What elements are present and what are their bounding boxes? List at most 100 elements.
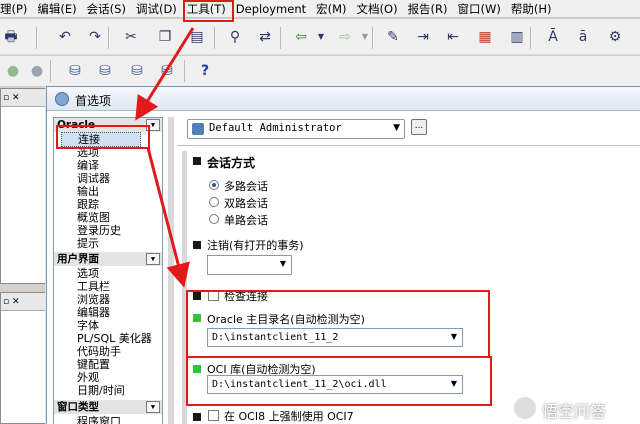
radio-dual-session[interactable] <box>209 197 219 207</box>
toolbar-separator <box>372 27 373 49</box>
database-sql-icon[interactable]: ⛁ <box>158 62 176 80</box>
menu-help[interactable]: 帮助(H) <box>507 1 558 17</box>
preferences-icon <box>55 92 69 106</box>
highlight-oracle-home <box>186 290 490 358</box>
paste-icon[interactable]: ▤ <box>188 28 206 46</box>
toolbar-separator <box>214 27 215 49</box>
group-window-types[interactable]: 窗口类型 ▼ <box>54 400 162 414</box>
chevron-down-icon: ▼ <box>393 123 400 133</box>
database-connect-icon[interactable]: ⛁ <box>128 62 146 80</box>
collapse-icon[interactable]: ▼ <box>146 253 160 265</box>
print-icon[interactable]: 🖶 <box>2 28 20 46</box>
replace-icon[interactable]: ⇄ <box>256 28 274 46</box>
uncomment-icon[interactable]: ▥ <box>508 28 526 46</box>
highlight-connection-item <box>56 125 150 149</box>
tree-item-editor[interactable]: 编辑器 <box>77 306 110 319</box>
undo-icon[interactable]: ↶ <box>56 28 74 46</box>
tree-item-compiler[interactable]: 编译 <box>77 159 99 172</box>
tree-item-logon-history[interactable]: 登录历史 <box>77 224 121 237</box>
watermark-logo-icon <box>512 395 538 421</box>
radio-multi-session-label[interactable]: 多路会话 <box>224 178 268 194</box>
pane-header: ▫ ✕ <box>1 293 49 311</box>
format-icon[interactable]: ⚙ <box>606 28 624 46</box>
section-marker <box>193 241 201 249</box>
document-edit-icon[interactable]: ✎ <box>384 28 402 46</box>
redo-icon[interactable]: ↷ <box>86 28 104 46</box>
force-oci7-label[interactable]: 在 OCI8 上强制使用 OCI7 <box>224 408 354 424</box>
secondary-toolbar: ● ● ⛁ ⛁ ⛁ ⛁ ? <box>0 56 640 86</box>
menu-program[interactable]: 理(P) <box>0 1 33 17</box>
collapse-icon[interactable]: ▼ <box>146 401 160 413</box>
menu-session[interactable]: 会话(S) <box>83 1 132 17</box>
tree-item-code-assistant[interactable]: 代码助手 <box>77 345 121 358</box>
tree-item-fonts[interactable]: 字体 <box>77 319 99 332</box>
dialog-titlebar: 首选项 <box>47 87 640 111</box>
menu-document[interactable]: 文档(O) <box>353 1 404 17</box>
group-label: 用户界面 <box>57 253 99 265</box>
highlight-tools-menu <box>183 0 234 22</box>
dialog-title: 首选项 <box>75 94 112 108</box>
lowercase-icon[interactable]: ā <box>574 28 592 46</box>
pane-header: ▫ ✕ <box>1 89 49 107</box>
menu-deployment[interactable]: Deployment <box>232 2 312 16</box>
window-list-pane: ▫ ✕ <box>0 292 50 424</box>
tree-item-hints[interactable]: 提示 <box>77 237 99 250</box>
disabled-execute-icon: ● <box>6 63 20 79</box>
tree-item-program-window[interactable]: 程序窗口 <box>77 415 121 424</box>
menu-bar: 理(P) 编辑(E) 会话(S) 调试(D) 工具(T) Deployment … <box>0 0 640 18</box>
uppercase-icon[interactable]: Ā <box>544 28 562 46</box>
main-toolbar: 🖶 ↶ ↷ ✂ ❐ ▤ ⚲ ⇄ ⇦ ▼ ⇨ ▼ ✎ ⇥ ⇤ ▦ ▥ Ā ā ⚙ <box>0 19 640 55</box>
force-oci7-checkbox[interactable] <box>208 410 219 421</box>
commit-icon[interactable]: ⛁ <box>66 62 84 80</box>
menu-edit[interactable]: 编辑(E) <box>33 1 82 17</box>
tree-item-output[interactable]: 输出 <box>77 185 99 198</box>
menu-window[interactable]: 窗口(W) <box>454 1 507 17</box>
logoff-select[interactable]: ▼ <box>207 255 292 275</box>
menu-debug[interactable]: 调试(D) <box>132 1 183 17</box>
comment-icon[interactable]: ▦ <box>476 28 494 46</box>
radio-multi-session[interactable] <box>209 180 219 190</box>
radio-dual-session-label[interactable]: 双路会话 <box>224 195 268 211</box>
help-icon[interactable]: ? <box>196 62 214 80</box>
watermark-text: 悟空问答 <box>542 402 607 421</box>
toolbar-separator <box>108 27 109 49</box>
user-profile-icon <box>192 123 204 135</box>
navigate-forward-icon[interactable]: ⇨ <box>336 28 354 46</box>
toolbar-separator <box>530 27 531 49</box>
section-marker <box>193 157 201 165</box>
tree-item-ui-options[interactable]: 选项 <box>77 267 99 280</box>
tree-item-profiler[interactable]: 概览图 <box>77 211 110 224</box>
copy-icon[interactable]: ❐ <box>156 28 174 46</box>
object-browser-pane: ▫ ✕ <box>0 88 50 284</box>
tree-item-date-time[interactable]: 日期/时间 <box>77 384 125 397</box>
menu-macro[interactable]: 宏(M) <box>312 1 352 17</box>
pane-splitter[interactable] <box>168 117 174 424</box>
cut-icon[interactable]: ✂ <box>122 28 140 46</box>
group-label: 窗口类型 <box>57 401 99 413</box>
logoff-label: 注销(有打开的事务) <box>207 239 304 252</box>
tree-item-browser[interactable]: 浏览器 <box>77 293 110 306</box>
toolbar-separator <box>50 60 51 82</box>
tree-item-toolbar[interactable]: 工具栏 <box>77 280 110 293</box>
profile-value: Default Administrator <box>209 122 342 134</box>
tree-item-plsql-beautifier[interactable]: PL/SQL 美化器 <box>77 332 152 345</box>
toolbar-separator <box>36 27 37 49</box>
radio-single-session[interactable] <box>209 214 219 224</box>
indent-icon[interactable]: ⇥ <box>414 28 432 46</box>
group-user-interface[interactable]: 用户界面 ▼ <box>54 252 162 266</box>
category-tree: Oracle ▼ 连接 选项 编译 调试器 输出 跟踪 概览图 登录历史 提示 … <box>53 117 163 424</box>
tree-item-debugger[interactable]: 调试器 <box>77 172 110 185</box>
tree-item-trace[interactable]: 跟踪 <box>77 198 99 211</box>
unindent-icon[interactable]: ⇤ <box>444 28 462 46</box>
divider <box>177 145 640 146</box>
profile-more-button[interactable]: ... <box>411 119 427 135</box>
rollback-icon[interactable]: ⛁ <box>96 62 114 80</box>
tree-item-appearance[interactable]: 外观 <box>77 371 99 384</box>
menu-reports[interactable]: 报告(R) <box>404 1 454 17</box>
radio-single-session-label[interactable]: 单路会话 <box>224 212 268 228</box>
navigate-back-icon[interactable]: ⇦ <box>292 28 310 46</box>
dropdown-arrow-icon[interactable]: ▼ <box>312 28 330 46</box>
find-icon[interactable]: ⚲ <box>226 28 244 46</box>
tree-item-key-config[interactable]: 键配置 <box>77 358 110 371</box>
profile-select[interactable]: Default Administrator ▼ <box>187 119 405 139</box>
